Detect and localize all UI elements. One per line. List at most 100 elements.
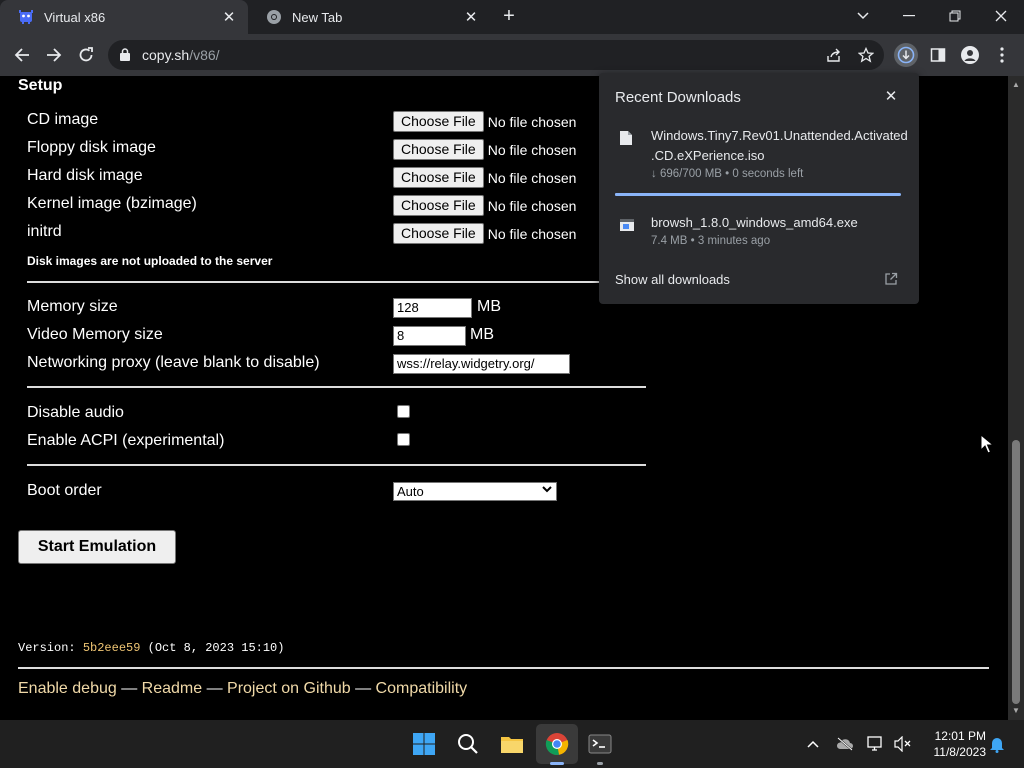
volume-muted-icon[interactable] [893, 734, 913, 754]
compatibility-link[interactable]: Compatibility [376, 680, 468, 697]
download-status: 7.4 MB • 3 minutes ago [651, 235, 771, 247]
disable-audio-checkbox[interactable] [397, 405, 410, 418]
download-name-line-2: .CD.eXPerience.iso [651, 148, 765, 163]
terminal-icon[interactable] [586, 730, 614, 758]
download-progress-fill [615, 193, 900, 196]
github-link[interactable]: Project on Github [227, 680, 351, 697]
menu-kebab-icon[interactable] [990, 43, 1014, 67]
start-emulation-button[interactable]: Start Emulation [18, 530, 176, 564]
separator: — [202, 680, 228, 697]
taskbar-clock[interactable]: 12:01 PM 11/8/2023 [922, 728, 987, 760]
version-hash[interactable]: 5b2eee59 [83, 641, 141, 655]
forward-arrow-icon[interactable] [42, 43, 66, 67]
profile-avatar-icon[interactable] [958, 43, 982, 67]
network-icon[interactable] [866, 734, 886, 754]
chrome-favicon-icon [266, 9, 282, 25]
downloads-icon[interactable] [894, 43, 918, 67]
scroll-up-icon[interactable]: ▲ [1012, 80, 1020, 89]
close-tab-icon[interactable]: ✕ [220, 8, 238, 26]
chrome-active-indicator [550, 762, 564, 765]
windows-start-icon[interactable] [410, 730, 438, 758]
tab-new-tab[interactable]: New Tab ✕ [248, 0, 490, 34]
video-memory-input[interactable]: 8 [393, 326, 466, 346]
choose-file-button[interactable]: Choose File [393, 223, 484, 244]
enable-acpi-checkbox[interactable] [397, 433, 410, 446]
networking-proxy-input[interactable]: wss://relay.widgetry.org/ [393, 354, 570, 374]
video-memory-label: Video Memory size [27, 326, 163, 343]
version-prefix: Version: [18, 641, 83, 655]
tab-virtual-x86[interactable]: Virtual x86 ✕ [0, 0, 248, 34]
choose-file-button[interactable]: Choose File [393, 167, 484, 188]
divider [27, 464, 646, 466]
file-status: No file chosen [487, 141, 577, 158]
side-panel-icon[interactable] [926, 43, 950, 67]
share-icon[interactable] [822, 43, 846, 67]
downloads-title: Recent Downloads [615, 89, 741, 106]
choose-file-button[interactable]: Choose File [393, 111, 484, 132]
cd-image-label: CD image [27, 111, 99, 128]
enable-debug-link[interactable]: Enable debug [18, 680, 117, 697]
url-host: copy.sh [142, 47, 190, 63]
boot-order-value: Auto [397, 484, 424, 499]
memory-size-label: Memory size [27, 298, 118, 315]
exe-icon [619, 218, 635, 234]
hard-disk-image-label: Hard disk image [27, 167, 143, 184]
lock-icon[interactable] [120, 48, 130, 66]
reload-icon[interactable] [74, 43, 98, 67]
hard-disk-image-file-input[interactable]: Choose File No file chosen [393, 167, 576, 188]
cloud-offline-icon[interactable] [835, 734, 855, 754]
v86-favicon-icon [18, 9, 34, 25]
close-window-icon[interactable] [988, 4, 1014, 28]
file-icon [619, 130, 635, 146]
external-link-icon[interactable] [884, 272, 898, 286]
windows-taskbar: 12:01 PM 11/8/2023 [0, 720, 1024, 768]
download-status: ↓ 696/700 MB • 0 seconds left [651, 168, 804, 180]
restore-icon[interactable] [942, 4, 968, 28]
download-item-name[interactable]: browsh_1.8.0_windows_amd64.exe [651, 213, 906, 233]
choose-file-button[interactable]: Choose File [393, 195, 484, 216]
memory-size-input[interactable]: 128 [393, 298, 472, 318]
chrome-icon[interactable] [543, 730, 571, 758]
download-name-line-1: Windows.Tiny7.Rev01.Unattended.Activated [651, 128, 908, 143]
separator: — [116, 680, 142, 697]
minimize-icon[interactable] [896, 4, 922, 28]
address-bar[interactable]: copy.sh/v86/ [108, 40, 884, 70]
networking-proxy-label: Networking proxy (leave blank to disable… [27, 354, 320, 371]
terminal-open-indicator [597, 762, 603, 765]
new-tab-plus-icon[interactable]: + [498, 6, 520, 28]
initrd-file-input[interactable]: Choose File No file chosen [393, 223, 576, 244]
floppy-image-label: Floppy disk image [27, 139, 156, 156]
tab-search-chevron-icon[interactable] [850, 4, 876, 28]
back-arrow-icon[interactable] [10, 43, 34, 67]
footer-links: Enable debug — Readme — Project on Githu… [18, 680, 467, 698]
divider [27, 386, 646, 388]
video-memory-unit: MB [470, 326, 494, 343]
disk-upload-note: Disk images are not uploaded to the serv… [27, 254, 273, 268]
initrd-label: initrd [27, 223, 62, 240]
floppy-image-file-input[interactable]: Choose File No file chosen [393, 139, 576, 160]
vertical-scrollbar[interactable]: ▲ ▼ [1008, 76, 1024, 720]
file-status: No file chosen [487, 225, 577, 242]
divider [27, 281, 646, 283]
scroll-down-icon[interactable]: ▼ [1012, 706, 1020, 715]
tab-strip: Virtual x86 ✕ New Tab ✕ + [0, 0, 1024, 34]
file-explorer-icon[interactable] [498, 730, 526, 758]
notification-bell-icon[interactable] [987, 734, 1007, 754]
bookmark-star-icon[interactable] [854, 43, 878, 67]
choose-file-button[interactable]: Choose File [393, 139, 484, 160]
show-all-downloads-link[interactable]: Show all downloads [615, 272, 730, 287]
kernel-image-file-input[interactable]: Choose File No file chosen [393, 195, 576, 216]
cd-image-file-input[interactable]: Choose File No file chosen [393, 111, 576, 132]
readme-link[interactable]: Readme [142, 680, 202, 697]
close-icon[interactable]: ✕ [883, 89, 899, 105]
close-tab-icon[interactable]: ✕ [462, 8, 480, 26]
search-icon[interactable] [454, 730, 482, 758]
boot-order-select[interactable]: Auto [393, 482, 557, 501]
scroll-thumb[interactable] [1012, 440, 1020, 704]
version-info: Version: 5b2eee59 (Oct 8, 2023 15:10) [18, 641, 284, 655]
chevron-up-icon[interactable] [803, 734, 823, 754]
download-progress-bar [615, 193, 901, 196]
separator: — [350, 680, 376, 697]
download-item-name[interactable]: Windows.Tiny7.Rev01.Unattended.Activated… [651, 126, 908, 166]
downloads-bubble: Recent Downloads ✕ Windows.Tiny7.Rev01.U… [599, 73, 919, 304]
